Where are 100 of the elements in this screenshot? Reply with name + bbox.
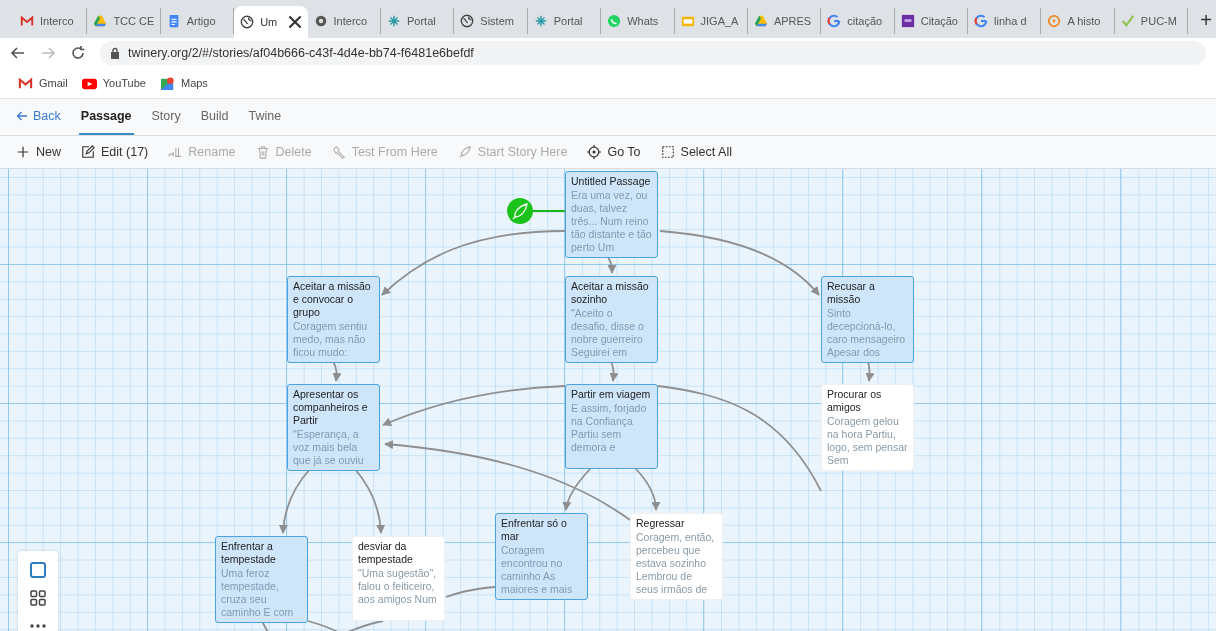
link-line — [445, 586, 496, 598]
grid-icon — [29, 589, 47, 607]
passage-card[interactable]: Enfrentar só o mar Coragem encontrou no caminho As maiores e mais — [495, 513, 588, 600]
passage-title: Procurar os amigos — [827, 388, 883, 414]
rename-icon — [168, 145, 183, 159]
passage-excerpt: Coragem, então, percebeu que estava sozinho Lembrou de seus irmãos de — [636, 531, 716, 596]
chat-bubble-icon — [607, 14, 622, 28]
wrench-icon — [331, 145, 346, 159]
passage-card[interactable]: Partir em viagem E assim, forjado na Confiança Partiu sem demora e — [565, 384, 658, 469]
passage-card[interactable]: Enfrentar a tempestade Uma feroz tempestade, cruza seu caminho E com — [215, 536, 308, 623]
new-tab-button[interactable]: + — [1196, 9, 1216, 32]
menu-tab[interactable]: Twine — [246, 99, 284, 135]
link-arrow — [635, 468, 661, 511]
toolbar-button[interactable]: New — [14, 143, 63, 161]
passage-card[interactable]: Procurar os amigos Coragem gelou na hora Partiu, logo, sem pensar Sem — [821, 384, 914, 471]
browser-tab[interactable]: Portal — [380, 8, 455, 34]
mail-icon — [18, 75, 33, 91]
passage-title: desviar da tempestade — [358, 540, 414, 566]
browser-tab[interactable]: Portal — [527, 8, 602, 34]
passage-excerpt: Coragem gelou na hora Partiu, logo, sem pensar Sem — [827, 415, 908, 467]
passage-card[interactable]: Aceitar a missão e convocar o grupo Coragem sentiu medo, mas não ficou mudo: — [287, 276, 380, 363]
browser-tab[interactable]: APRES — [747, 8, 822, 34]
asterisk-icon — [533, 14, 548, 28]
passage-title: Regressar — [636, 517, 686, 530]
passage-title: Enfrentar a tempestade — [221, 540, 277, 566]
browser-tab[interactable]: PUC-M — [1114, 8, 1189, 34]
bookmark-link[interactable]: Maps — [159, 75, 208, 91]
triangle-logo-icon — [93, 14, 108, 28]
browser-tab[interactable]: citação — [821, 8, 895, 34]
link-arrow — [609, 360, 619, 382]
passage-card[interactable]: Aceitar a missão sozinho "Aceito o desafio, disse o nobre guerreiro Seguirei em — [565, 276, 658, 363]
left-arrow-icon — [16, 110, 28, 122]
passage-excerpt: "Aceito o desafio, disse o nobre guerreiro Seguirei em — [571, 307, 645, 359]
pencil-icon — [81, 145, 95, 159]
mail-icon — [20, 14, 34, 28]
start-connector-line — [531, 210, 566, 212]
browser-tab[interactable]: Citação — [894, 8, 969, 34]
browser-tab[interactable]: Interco — [14, 8, 88, 34]
plus-icon — [16, 145, 30, 159]
more-icon — [30, 624, 46, 628]
asterisk-icon — [386, 14, 401, 28]
gear-icon — [313, 14, 328, 28]
passage-card[interactable]: Untitled Passage Era uma vez, ou duas, talvez três... Num reino tão distante e tão perto Um — [565, 171, 658, 258]
menu-tab[interactable]: Build — [198, 99, 231, 135]
link-line — [347, 620, 384, 631]
browser-tab[interactable]: Um — [234, 6, 308, 38]
passage-excerpt: Uma feroz tempestade, cruza seu caminho E com — [221, 567, 295, 619]
back-arrow-icon[interactable] — [10, 45, 26, 61]
passage-card[interactable]: Apresentar os companheiros e Partir "Esperança, a voz mais bela que já se ouviu — [287, 384, 380, 471]
slides-icon — [680, 14, 695, 28]
menu-tab[interactable]: Story — [149, 99, 183, 135]
dashed-square-icon — [660, 145, 675, 159]
browser-tab[interactable]: Sistem — [454, 8, 528, 34]
link-arrow — [279, 468, 311, 534]
passage-title: Untitled Passage — [571, 175, 652, 188]
bookmark-link[interactable]: Gmail — [18, 75, 68, 91]
triangle-logo-icon — [753, 14, 768, 28]
passage-card[interactable]: Recusar a missão Sinto decepcioná-lo, caro mensageiro Apesar dos — [821, 276, 914, 363]
browser-tab[interactable]: Interco — [307, 8, 381, 34]
link-line — [307, 620, 339, 631]
passage-excerpt: Sinto decepcioná-lo, caro mensageiro Apesar dos — [827, 307, 907, 359]
browser-tab[interactable]: Whats — [601, 8, 675, 34]
browser-tab[interactable]: linha d — [968, 8, 1042, 34]
link-arrow — [332, 360, 342, 382]
passage-title: Apresentar os companheiros e Partir — [293, 388, 369, 427]
address-bar[interactable]: twinery.org/2/#/stories/af04b666-c43f-4d4e-bb74-f6481e6befdf — [100, 41, 1206, 65]
google-icon — [974, 14, 989, 28]
back-link[interactable]: Back — [14, 99, 63, 135]
square-icon — [29, 561, 47, 579]
passage-excerpt: Coragem sentiu medo, mas não ficou mudo: — [293, 320, 369, 359]
passage-title: Aceitar a missão sozinho — [571, 280, 650, 306]
bookmark-link[interactable]: YouTube — [81, 75, 146, 91]
trash-icon — [255, 145, 270, 159]
toolbar-button[interactable]: Select All — [658, 143, 734, 161]
passage-title: Enfrentar só o mar — [501, 517, 568, 543]
check-icon — [1120, 14, 1135, 28]
passage-title: Aceitar a missão e convocar o grupo — [293, 280, 372, 319]
square-logo-icon — [900, 14, 915, 28]
toolbar-button[interactable]: Edit (17) — [79, 143, 151, 161]
browser-tab[interactable]: JIGA_A — [674, 8, 748, 34]
browser-tab[interactable]: A histo — [1041, 8, 1115, 34]
passage-title: Partir em viagem — [571, 388, 652, 401]
passage-excerpt: Coragem encontrou no caminho As maiores e mais — [501, 544, 574, 596]
passage-excerpt: "Esperança, a voz mais bela que já se ouviu — [293, 428, 365, 467]
passage-card[interactable]: desviar da tempestade "Uma sugestão", falou o feiticeiro, aos amigos Num — [352, 536, 445, 621]
link-arrow — [865, 360, 875, 382]
close-icon[interactable] — [287, 15, 302, 29]
passage-title: Recusar a missão — [827, 280, 876, 306]
lock-icon — [110, 47, 120, 59]
passage-excerpt: Era uma vez, ou duas, talvez três... Num reino tão distante e tão perto Um — [571, 189, 652, 254]
map-pin-icon — [159, 75, 175, 91]
passage-excerpt: "Uma sugestão", falou o feiticeiro, aos amigos Num — [358, 567, 438, 606]
target-icon — [587, 145, 602, 159]
browser-tab[interactable]: TCC CE — [87, 8, 161, 34]
google-icon — [827, 14, 842, 28]
passage-card[interactable]: Regressar Coragem, então, percebeu que estava sozinho Lembrou de seus irmãos de — [630, 513, 723, 600]
reload-icon[interactable] — [70, 45, 86, 61]
link-arrow — [607, 256, 617, 274]
passage-excerpt: E assim, forjado na Confiança Partiu sem demora e — [571, 402, 648, 454]
toolbar-button[interactable]: Go To — [585, 143, 643, 161]
